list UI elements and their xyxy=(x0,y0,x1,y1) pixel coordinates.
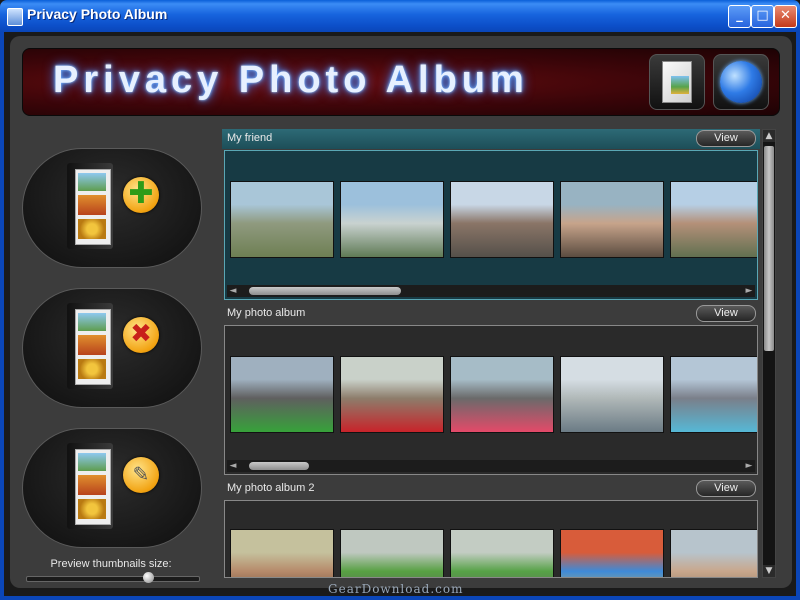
globe-icon xyxy=(720,61,762,103)
watermark: GearDownload.com xyxy=(328,582,464,596)
preview-size-slider[interactable] xyxy=(26,576,200,582)
album-thumbnails[interactable]: ◄ ► xyxy=(224,150,758,300)
album-header[interactable]: My friend View xyxy=(222,129,760,149)
toys-photo[interactable] xyxy=(560,529,664,577)
scroll-right-icon[interactable]: ► xyxy=(743,285,755,297)
building-photo[interactable] xyxy=(340,181,444,258)
street-photo[interactable] xyxy=(450,181,554,258)
scroll-thumb[interactable] xyxy=(249,462,309,470)
window-title: Privacy Photo Album xyxy=(27,6,168,22)
truck-photo[interactable] xyxy=(340,529,444,577)
close-button[interactable]: ✕ xyxy=(774,5,797,28)
children-photo[interactable] xyxy=(670,529,757,577)
header-banner: Privacy Photo Album xyxy=(22,48,780,116)
man-statue-photo[interactable] xyxy=(560,181,664,258)
album-icon xyxy=(67,163,113,249)
delete-album-button[interactable]: ✖ xyxy=(22,288,202,408)
add-album-button[interactable]: ✚ xyxy=(22,148,202,268)
green-beetle-photo[interactable] xyxy=(230,356,334,433)
blue-car-photo[interactable] xyxy=(670,356,757,433)
scroll-right-icon[interactable]: ► xyxy=(743,460,755,472)
album-header[interactable]: My photo album View xyxy=(222,304,760,324)
scroll-left-icon[interactable]: ◄ xyxy=(227,285,239,297)
white-car-photo[interactable] xyxy=(560,356,664,433)
people-photo[interactable] xyxy=(230,529,334,577)
delete-icon: ✖ xyxy=(123,317,159,353)
app-title: Privacy Photo Album xyxy=(53,59,529,101)
album-icon xyxy=(67,443,113,529)
pink-car-photo[interactable] xyxy=(450,356,554,433)
maximize-button[interactable]: □ xyxy=(751,5,774,28)
red-car-photo[interactable] xyxy=(340,356,444,433)
title-bar[interactable]: Privacy Photo Album _ □ ✕ xyxy=(0,0,800,32)
plus-icon: ✚ xyxy=(123,177,159,213)
scroll-thumb[interactable] xyxy=(764,146,774,351)
scroll-thumb[interactable] xyxy=(249,287,401,295)
preview-size-label: Preview thumbnails size: xyxy=(50,558,172,570)
scroll-left-icon[interactable]: ◄ xyxy=(227,460,239,472)
album-thumbnails[interactable] xyxy=(224,500,758,578)
folder-photo-icon xyxy=(662,61,692,103)
album-header[interactable]: My photo album 2 View xyxy=(222,479,760,499)
cathedral-photo[interactable] xyxy=(230,181,334,258)
album-name: My friend xyxy=(227,132,273,144)
town-view-photo[interactable] xyxy=(670,181,757,258)
album-name: My photo album xyxy=(227,307,306,319)
album-name: My photo album 2 xyxy=(227,482,315,494)
web-button[interactable] xyxy=(713,54,769,110)
open-folder-button[interactable] xyxy=(649,54,705,110)
view-button[interactable]: View xyxy=(696,130,756,147)
scroll-down-icon[interactable]: ▼ xyxy=(763,565,775,577)
vertical-scrollbar[interactable]: ▲ ▼ xyxy=(762,129,776,578)
app-icon xyxy=(7,8,23,26)
edit-album-button[interactable]: ✎ xyxy=(22,428,202,548)
horizontal-scrollbar[interactable]: ◄ ► xyxy=(227,460,755,472)
horizontal-scrollbar[interactable]: ◄ ► xyxy=(227,285,755,297)
minimize-button[interactable]: _ xyxy=(728,5,751,28)
view-button[interactable]: View xyxy=(696,305,756,322)
edit-icon: ✎ xyxy=(123,457,159,493)
album-icon xyxy=(67,303,113,389)
truck-photo-2[interactable] xyxy=(450,529,554,577)
view-button[interactable]: View xyxy=(696,480,756,497)
album-thumbnails[interactable]: ◄ ► xyxy=(224,325,758,475)
scroll-up-icon[interactable]: ▲ xyxy=(763,130,775,142)
